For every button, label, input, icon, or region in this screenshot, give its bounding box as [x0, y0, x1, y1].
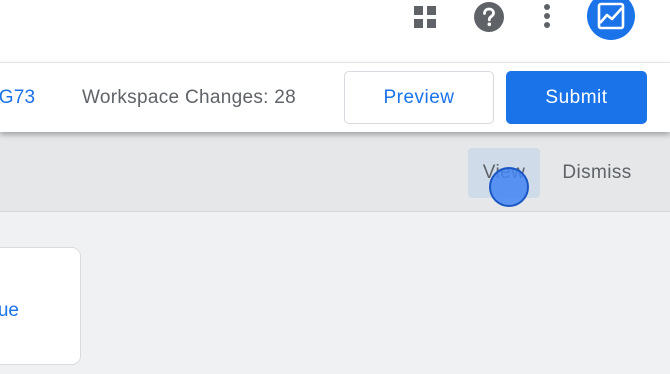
apps-grid-icon[interactable]	[410, 2, 440, 32]
workspace-changes-count: Workspace Changes: 28	[82, 87, 297, 108]
content-card: ue	[0, 247, 81, 365]
app-header	[0, 0, 670, 62]
dismiss-button[interactable]: Dismiss	[552, 148, 642, 198]
preview-button[interactable]: Preview	[344, 71, 494, 124]
more-vert-icon[interactable]	[536, 0, 558, 32]
click-indicator	[489, 167, 529, 207]
account-avatar-icon[interactable]	[586, 0, 636, 40]
submit-button[interactable]: Submit	[506, 71, 647, 124]
help-icon[interactable]	[472, 0, 506, 34]
workspace-toolbar: 3G73 Workspace Changes: 28 Preview Submi…	[0, 62, 670, 132]
workspace-id-link[interactable]: 3G73	[0, 87, 35, 109]
card-link[interactable]: ue	[0, 300, 19, 322]
notification-bar: View Dismiss	[0, 132, 670, 212]
